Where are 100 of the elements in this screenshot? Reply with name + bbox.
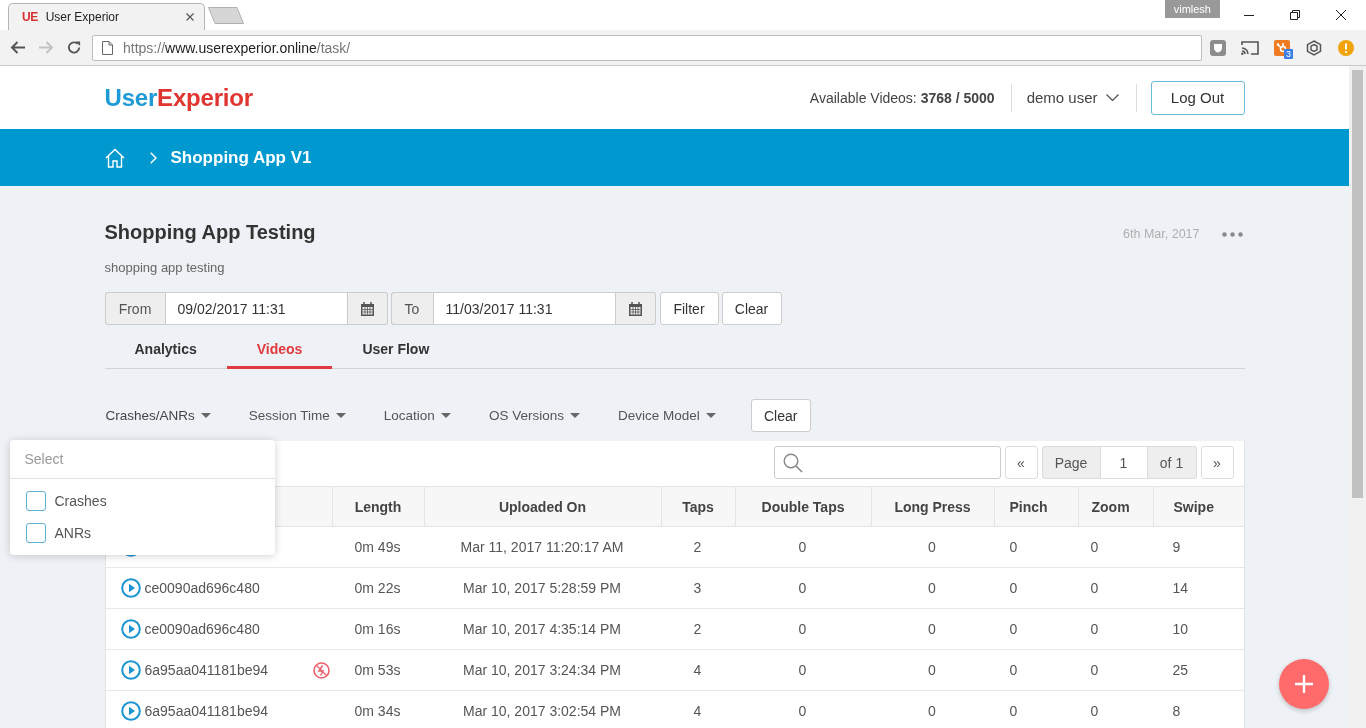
option-label[interactable]: Crashes	[54, 493, 107, 509]
video-id[interactable]: 6a95aa041181be94	[144, 703, 269, 719]
filter-dropdown-button[interactable]: OS Versions	[487, 408, 580, 423]
table-cell: 0	[928, 580, 936, 596]
dropdown-search-field[interactable]: Select	[9, 440, 275, 479]
sprocket-icon[interactable]	[1274, 39, 1290, 56]
reload-icon[interactable]	[66, 40, 82, 55]
table-cell: 4	[693, 662, 702, 678]
filter-button[interactable]: Filter	[659, 292, 719, 325]
scrollbar-thumb[interactable]	[1352, 70, 1363, 498]
column-header[interactable]: Long Press	[894, 498, 971, 515]
table-cell: 0m 49s	[354, 539, 401, 555]
column-header[interactable]: Zoom	[1091, 498, 1130, 515]
table-cell: Mar 10, 2017 4:35:14 PM	[463, 621, 621, 637]
restore-icon[interactable]	[1290, 10, 1300, 20]
page-total: of 1	[1147, 446, 1197, 479]
caret-icon	[440, 413, 451, 418]
user-menu-button[interactable]: demo user	[1026, 89, 1119, 106]
last-page-button[interactable]: »	[1200, 446, 1234, 479]
back-icon[interactable]	[10, 40, 26, 55]
table-cell: 8	[1172, 703, 1181, 719]
play-icon[interactable]	[120, 619, 141, 639]
table-cell: 4	[693, 703, 702, 719]
table-row[interactable]: ce0090ad696c480 0m 16s Mar 10, 2017 4:35:14 PM 2 0 0 0 0 10	[105, 609, 1244, 650]
caret-icon	[569, 413, 580, 418]
home-icon[interactable]	[104, 147, 125, 168]
table-cell: 0	[1090, 703, 1099, 719]
play-icon[interactable]	[120, 660, 141, 680]
caret-icon	[705, 413, 716, 418]
table-cell: Mar 10, 2017 3:02:54 PM	[463, 703, 621, 719]
video-id[interactable]: ce0090ad696c480	[144, 580, 260, 596]
new-tab-button[interactable]	[208, 7, 244, 24]
option-label[interactable]: ANRs	[54, 525, 92, 541]
table-cell: 0	[1009, 621, 1018, 637]
column-header[interactable]: Length	[354, 498, 402, 515]
search-field[interactable]	[773, 446, 1001, 479]
table-row[interactable]: ce0090ad696c480 0m 22s Mar 10, 2017 5:28:59 PM 3 0 0 0 0 14	[105, 568, 1244, 609]
tab[interactable]: User Flow	[332, 329, 460, 369]
hexagon-icon[interactable]	[1306, 39, 1322, 56]
filter-dropdown-button[interactable]: Crashes/ANRs	[104, 408, 211, 423]
table-cell: 0	[1009, 662, 1018, 678]
browser-tab[interactable]: UE User Experior	[8, 3, 205, 30]
table-cell: 0	[798, 621, 807, 637]
filter-dropdown-button[interactable]: Device Model	[616, 408, 716, 423]
checkbox[interactable]	[25, 523, 46, 543]
minimize-icon[interactable]	[1244, 14, 1254, 16]
column-header[interactable]: Swipe	[1173, 498, 1214, 515]
from-date-field[interactable]: 09/02/2017 11:31	[164, 292, 348, 325]
to-label: To	[390, 292, 433, 325]
play-icon[interactable]	[120, 701, 141, 721]
clear-button[interactable]: Clear	[721, 292, 782, 325]
clear-filters-button[interactable]: Clear	[750, 399, 811, 432]
column-header[interactable]: Uploaded On	[498, 498, 587, 515]
column-header[interactable]: Taps	[682, 498, 714, 515]
tab[interactable]: Analytics	[104, 329, 227, 369]
more-icon[interactable]	[1221, 231, 1243, 237]
table-cell: 0	[1090, 539, 1099, 555]
checkbox[interactable]	[25, 491, 46, 511]
table-cell: 0	[798, 580, 807, 596]
table-cell: 2	[693, 621, 702, 637]
caret-icon	[200, 413, 211, 418]
shield-icon[interactable]	[1210, 39, 1226, 56]
table-cell: 0	[928, 703, 936, 719]
first-page-button[interactable]: «	[1004, 446, 1038, 479]
table-cell: 0	[1090, 580, 1099, 596]
alert-icon[interactable]	[1338, 39, 1354, 56]
tab[interactable]: Videos	[226, 329, 333, 369]
video-id[interactable]: 6a95aa041181be94	[144, 662, 269, 678]
table-cell: 14	[1172, 580, 1189, 596]
calendar-button[interactable]	[347, 292, 388, 325]
calendar-icon	[628, 301, 642, 316]
filter-dropdown-button[interactable]: Session Time	[247, 408, 346, 423]
address-bar[interactable]: https://www.userexperior.online/task/	[92, 34, 1202, 61]
table-row[interactable]: 6a95aa041181be94 0m 34s Mar 10, 2017 3:02:54 PM 4 0 0 0 0 8	[105, 691, 1244, 728]
close-icon[interactable]	[186, 13, 194, 21]
table-cell: 25	[1172, 662, 1189, 678]
logout-button[interactable]: Log Out	[1150, 80, 1245, 115]
page-input[interactable]: 1	[1099, 446, 1148, 479]
available-videos-text: Available Videos: 3768 / 5000	[809, 89, 995, 106]
caret-icon	[335, 413, 346, 418]
table-cell: 0	[1090, 662, 1099, 678]
column-header[interactable]: Pinch	[1009, 498, 1048, 515]
table-cell: 0	[798, 539, 807, 555]
calendar-button[interactable]	[615, 292, 656, 325]
breadcrumb-current: Shopping App V1	[170, 147, 312, 168]
video-id[interactable]: ce0090ad696c480	[144, 621, 260, 637]
logo[interactable]: UserExperior	[104, 83, 253, 112]
to-date-field[interactable]: 11/03/2017 11:31	[432, 292, 616, 325]
column-header[interactable]: Double Taps	[761, 498, 845, 515]
table-cell: Mar 10, 2017 5:28:59 PM	[463, 580, 621, 596]
favicon: UE	[22, 10, 38, 24]
filter-dropdown-button[interactable]: Location	[382, 408, 451, 423]
play-icon[interactable]	[120, 578, 141, 598]
table-cell: 0	[928, 539, 936, 555]
close-icon[interactable]	[1336, 10, 1346, 20]
table-cell: Mar 10, 2017 3:24:34 PM	[463, 662, 621, 678]
search-icon	[782, 452, 803, 473]
scrollbar[interactable]	[1349, 66, 1366, 728]
cast-icon[interactable]	[1241, 40, 1259, 55]
table-row[interactable]: 6a95aa041181be94 0m 53s Mar 10, 2017 3:24:34 PM 4 0 0 0 0 25	[105, 650, 1244, 691]
